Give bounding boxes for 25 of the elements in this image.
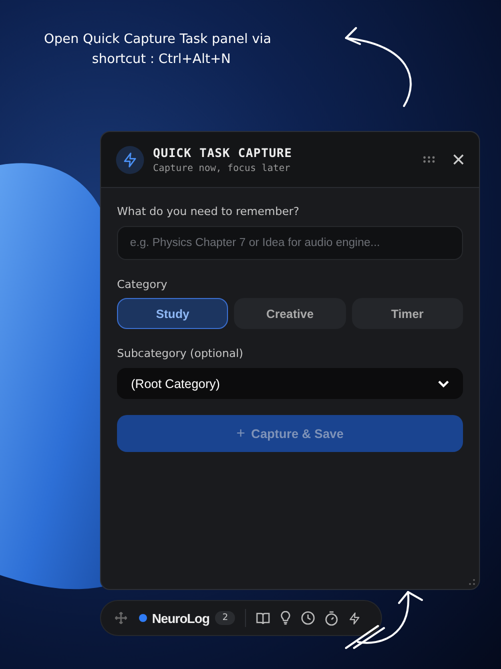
clock-icon[interactable] [301, 611, 316, 625]
panel-title: QUICK TASK CAPTURE [153, 146, 294, 160]
lightning-icon[interactable] [348, 610, 362, 626]
category-label: Category [117, 278, 168, 291]
count-badge: 2 [215, 611, 236, 625]
status-dot [139, 614, 147, 622]
close-icon[interactable] [453, 154, 464, 165]
panel-subtitle: Capture now, focus later [153, 162, 292, 174]
resize-handle-icon[interactable] [469, 579, 475, 585]
category-tab[interactable]: Creative [234, 298, 346, 329]
annotation-note: Open Quick Capture Task panel via shortcut : Ctrl+Alt+N [44, 31, 272, 69]
drag-grip-icon[interactable] [423, 156, 435, 163]
subcategory-label: Subcategory (optional) [117, 347, 244, 360]
stopwatch-icon[interactable] [325, 610, 338, 626]
task-label: What do you need to remember? [117, 205, 300, 218]
subcategory-select[interactable]: (Root Category) [117, 368, 463, 399]
app-name: NeuroLog [152, 610, 210, 626]
move-icon[interactable] [115, 612, 127, 624]
lightning-icon [116, 146, 144, 174]
task-input-field[interactable]: e.g. Physics Chapter 7 or Idea for audio engine... [117, 226, 463, 260]
lightbulb-icon[interactable] [280, 611, 292, 625]
book-icon[interactable] [256, 612, 270, 624]
category-tab[interactable]: Study [117, 298, 228, 329]
chevron-down-icon [438, 380, 449, 388]
category-tab[interactable]: Timer [352, 298, 463, 329]
